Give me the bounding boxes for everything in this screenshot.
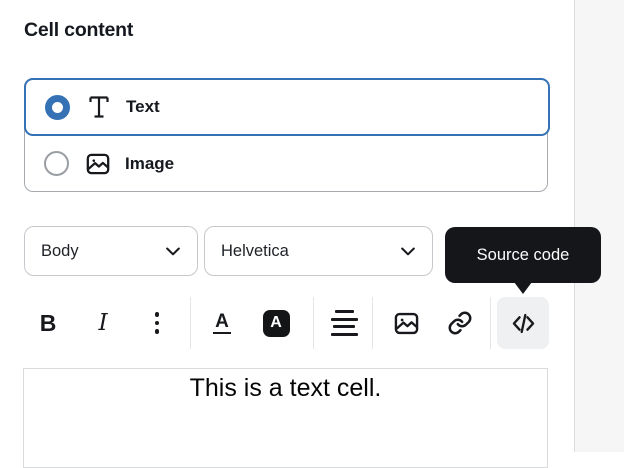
page-title: Cell content [24, 19, 133, 42]
tooltip-text: Source code [477, 246, 570, 265]
cell-type-image-label: Image [125, 154, 174, 174]
text-cell-editor[interactable]: This is a text cell. [23, 368, 548, 468]
formatting-toolbar: B I A A [0, 297, 574, 349]
image-icon [393, 310, 420, 337]
align-center-icon [330, 310, 358, 336]
toolbar-divider [190, 297, 191, 349]
align-center-button[interactable] [322, 297, 366, 349]
source-code-button[interactable] [497, 297, 549, 349]
more-options-button[interactable] [135, 297, 179, 349]
chevron-down-icon [398, 241, 418, 261]
insert-image-button[interactable] [384, 297, 428, 349]
highlight-color-icon: A [263, 310, 290, 337]
highlight-color-button[interactable]: A [254, 297, 298, 349]
font-family-select-value: Helvetica [221, 242, 289, 261]
italic-icon: I [98, 310, 107, 336]
cell-type-radio-group: Image Text [24, 78, 548, 192]
cell-type-text-label: Text [126, 97, 160, 117]
font-family-select[interactable]: Helvetica [204, 226, 433, 276]
cell-content-panel: Cell content Image [0, 0, 624, 452]
toolbar-divider [490, 297, 491, 349]
cell-type-option-image[interactable]: Image [25, 135, 547, 192]
kebab-menu-icon [155, 312, 160, 334]
editor-content[interactable]: This is a text cell. [24, 373, 547, 404]
cell-type-option-text[interactable]: Text [24, 78, 550, 136]
radio-selected-icon[interactable] [45, 95, 70, 120]
link-icon [447, 310, 473, 336]
source-code-icon [510, 310, 537, 337]
toolbar-divider [313, 297, 314, 349]
bold-icon: B [40, 310, 57, 337]
italic-button[interactable]: I [81, 297, 125, 349]
image-icon [85, 151, 111, 177]
radio-unselected-icon[interactable] [44, 151, 69, 176]
insert-link-button[interactable] [438, 297, 482, 349]
page-background-strip [574, 0, 624, 452]
toolbar-divider [372, 297, 373, 349]
text-color-button[interactable]: A [200, 297, 244, 349]
bold-button[interactable]: B [26, 297, 70, 349]
text-style-select[interactable]: Body [24, 226, 198, 276]
chevron-down-icon [163, 241, 183, 261]
text-style-select-value: Body [41, 242, 79, 261]
source-code-tooltip: Source code [445, 227, 601, 283]
text-serif-icon [86, 94, 112, 120]
text-color-icon: A [213, 312, 231, 334]
